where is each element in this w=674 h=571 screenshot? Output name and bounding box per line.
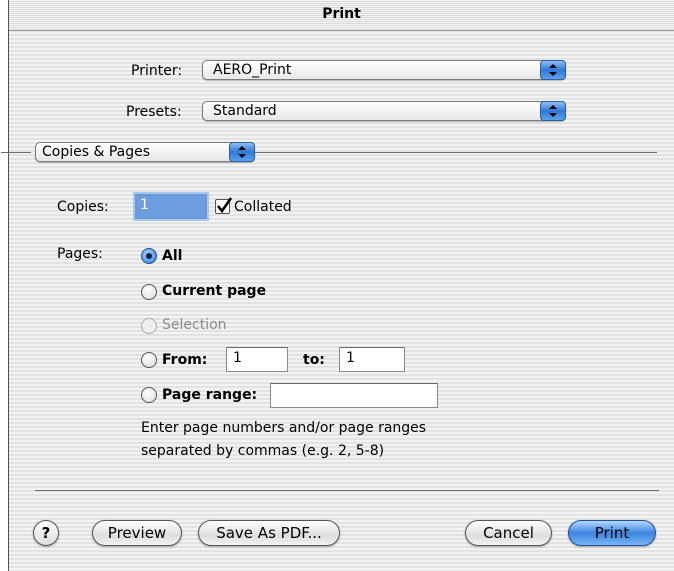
pages-from-label: From: [162, 352, 208, 368]
help-button[interactable]: ? [33, 520, 59, 546]
printer-label: Printer: [131, 63, 183, 79]
print-button[interactable]: Print [568, 520, 656, 546]
pages-to-label: to: [303, 352, 325, 368]
page-range-field[interactable] [270, 383, 438, 408]
pages-from-radio[interactable] [141, 352, 157, 368]
pages-label: Pages: [57, 246, 103, 262]
collated-label: Collated [234, 199, 292, 215]
pane-popup[interactable]: Copies & Pages [35, 142, 255, 162]
title-bar[interactable]: Print [9, 0, 674, 31]
updown-arrows-icon [229, 142, 255, 162]
printer-popup[interactable]: AERO_Print [202, 60, 566, 80]
updown-arrows-icon [540, 60, 566, 80]
updown-arrows-icon [540, 101, 566, 121]
to-page-field[interactable]: 1 [339, 347, 405, 372]
copies-field[interactable]: 1 [135, 194, 207, 219]
pages-all-radio[interactable] [141, 248, 157, 264]
copies-label: Copies: [57, 199, 109, 215]
presets-value: Standard [213, 103, 277, 119]
printer-value: AERO_Print [213, 62, 292, 78]
pane-separator-right [255, 152, 657, 153]
pane-value: Copies & Pages [42, 144, 151, 160]
page-range-help-line2: separated by commas (e.g. 2, 5-8) [141, 443, 385, 459]
pages-selection-label: Selection [162, 317, 227, 333]
presets-label: Presets: [126, 104, 182, 120]
bottom-separator [35, 490, 659, 491]
collated-checkbox[interactable] [215, 197, 232, 214]
save-as-pdf-button[interactable]: Save As PDF... [198, 520, 340, 546]
question-mark-icon: ? [41, 524, 51, 542]
pages-range-label: Page range: [162, 387, 258, 403]
pages-all-label: All [162, 248, 183, 264]
from-page-field[interactable]: 1 [226, 347, 288, 372]
presets-popup[interactable]: Standard [202, 101, 566, 121]
checkmark-icon [216, 197, 232, 214]
pages-selection-radio [141, 318, 157, 334]
pages-current-radio[interactable] [141, 284, 157, 300]
page-range-help-line1: Enter page numbers and/or page ranges [141, 420, 427, 436]
print-dialog: Print Printer: AERO_Print Presets: Stand… [1, 0, 674, 571]
preview-button[interactable]: Preview [92, 520, 182, 546]
cancel-button[interactable]: Cancel [465, 520, 552, 546]
window-title: Print [322, 6, 361, 22]
pages-range-radio[interactable] [141, 387, 157, 403]
pages-current-label: Current page [162, 283, 267, 299]
pane-separator-left [1, 152, 31, 153]
